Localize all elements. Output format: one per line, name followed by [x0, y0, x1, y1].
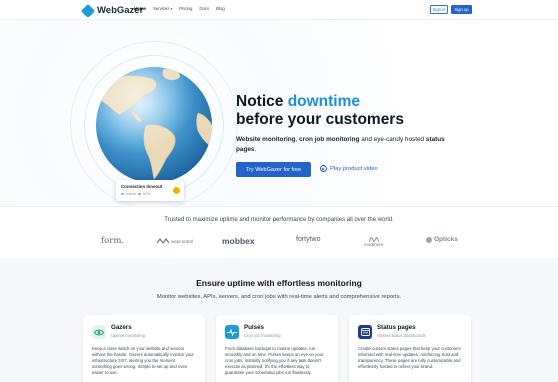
headline-part-2: before your customers	[236, 111, 404, 128]
feature-card-pulses[interactable]: Pulses Cron job monitoring From database…	[216, 315, 338, 382]
nav-links: Home Services ▾ Pricing Docs Blog	[134, 6, 225, 11]
play-video-link[interactable]: ▶ Play product video	[320, 165, 378, 172]
company-logo-modmore: modmore	[364, 237, 383, 247]
features-title: Ensure uptime with effortless monitoring	[196, 278, 362, 288]
play-video-label: Play product video	[330, 165, 378, 172]
pulse-icon	[225, 325, 239, 339]
try-free-button[interactable]: Try WebGazer for free	[236, 162, 311, 177]
feature-card-text: Create custom status pages that keep you…	[358, 346, 461, 369]
nav-link-services[interactable]: Services ▾	[153, 6, 172, 11]
lead-bold-1: Website monitoring	[236, 136, 296, 143]
play-icon: ▶	[320, 165, 327, 172]
hero-headline: Notice downtime before your customers	[236, 93, 404, 129]
chevron-down-icon: ▾	[170, 6, 173, 11]
feature-card-text: Keep a close watch on your website and s…	[92, 346, 194, 375]
feature-card-name: Gazers	[111, 324, 132, 331]
feature-card-status-pages[interactable]: Status pages Hosted status dashboards Cr…	[349, 315, 471, 382]
hero-section: Connection timeout Noticed NOW Notice do…	[0, 20, 558, 209]
company-logo-modmore-text: modmore	[364, 242, 384, 247]
sign-up-button[interactable]: Sign up	[451, 5, 472, 14]
opticks-mark-icon	[426, 236, 432, 243]
feature-card-gazers[interactable]: Gazers Uptime monitoring Keep a close wa…	[83, 315, 205, 382]
wave-icon	[157, 238, 169, 244]
company-logo-wepcontrol: wepcontrol	[157, 238, 193, 245]
feature-card-tag: Hosted status dashboards	[377, 333, 426, 338]
nav-link-home[interactable]: Home	[134, 6, 146, 11]
trusted-section: Trusted to maximize uptime and monitor p…	[0, 206, 558, 258]
feature-card-tag: Cron job monitoring	[244, 333, 281, 338]
company-logo-fortytwo: fortytwo	[296, 236, 321, 243]
warning-status-icon	[173, 187, 180, 194]
feature-card-name: Status pages	[377, 324, 416, 331]
connection-timeout-toast: Connection timeout Noticed NOW	[116, 180, 184, 201]
features-section: Ensure uptime with effortless monitoring…	[0, 258, 558, 382]
hero-lead: Website monitoring, cron job monitoring …	[236, 135, 451, 154]
lead-bold-2: cron job monitoring	[299, 136, 360, 143]
status-dot-icon	[121, 192, 124, 196]
nav-link-pricing[interactable]: Pricing	[179, 6, 192, 11]
globe-icon	[96, 67, 212, 183]
company-logo-opticks: Opticks	[426, 236, 458, 243]
headline-part-1: Notice	[236, 93, 288, 110]
logo-mark-icon	[80, 3, 96, 18]
nav-link-docs[interactable]: Docs	[199, 6, 209, 11]
lead-text-2: and eye-candy hosted	[359, 136, 426, 143]
nav-link-blog[interactable]: Blog	[216, 6, 225, 11]
toast-title: Connection timeout	[121, 184, 163, 189]
features-subtitle: Monitor websites, APIs, servers, and cro…	[156, 294, 402, 300]
eye-icon	[92, 325, 106, 339]
company-logo-mobbex: mobbex	[222, 236, 255, 246]
toast-meta-time: NOW	[142, 192, 151, 196]
sign-in-button[interactable]: Sign in	[430, 5, 448, 14]
toast-meta-noticed: Noticed	[125, 192, 137, 196]
feature-card-text: From database backups to routine updates…	[225, 346, 324, 375]
trusted-text: Trusted to maximize uptime and monitor p…	[164, 217, 394, 223]
company-logo-opticks-text: Opticks	[434, 236, 458, 243]
headline-accent: downtime	[287, 93, 361, 110]
nav-link-services-label: Services	[152, 6, 170, 11]
lead-text-3: .	[254, 145, 257, 153]
feature-card-name: Pulses	[244, 324, 264, 331]
feature-card-tag: Uptime monitoring	[111, 333, 145, 338]
company-logo-wepcontrol-text: wepcontrol	[171, 239, 194, 244]
clock-dot-icon	[138, 192, 141, 196]
status-pages-icon	[358, 325, 372, 339]
company-logos: form. wepcontrol mobbex fortytwo modmore…	[0, 236, 558, 248]
toast-meta: Noticed NOW	[121, 192, 151, 196]
top-navbar: WebGazer Home Services ▾ Pricing Docs Blo…	[0, 0, 558, 20]
company-logo-form: form.	[101, 236, 125, 246]
